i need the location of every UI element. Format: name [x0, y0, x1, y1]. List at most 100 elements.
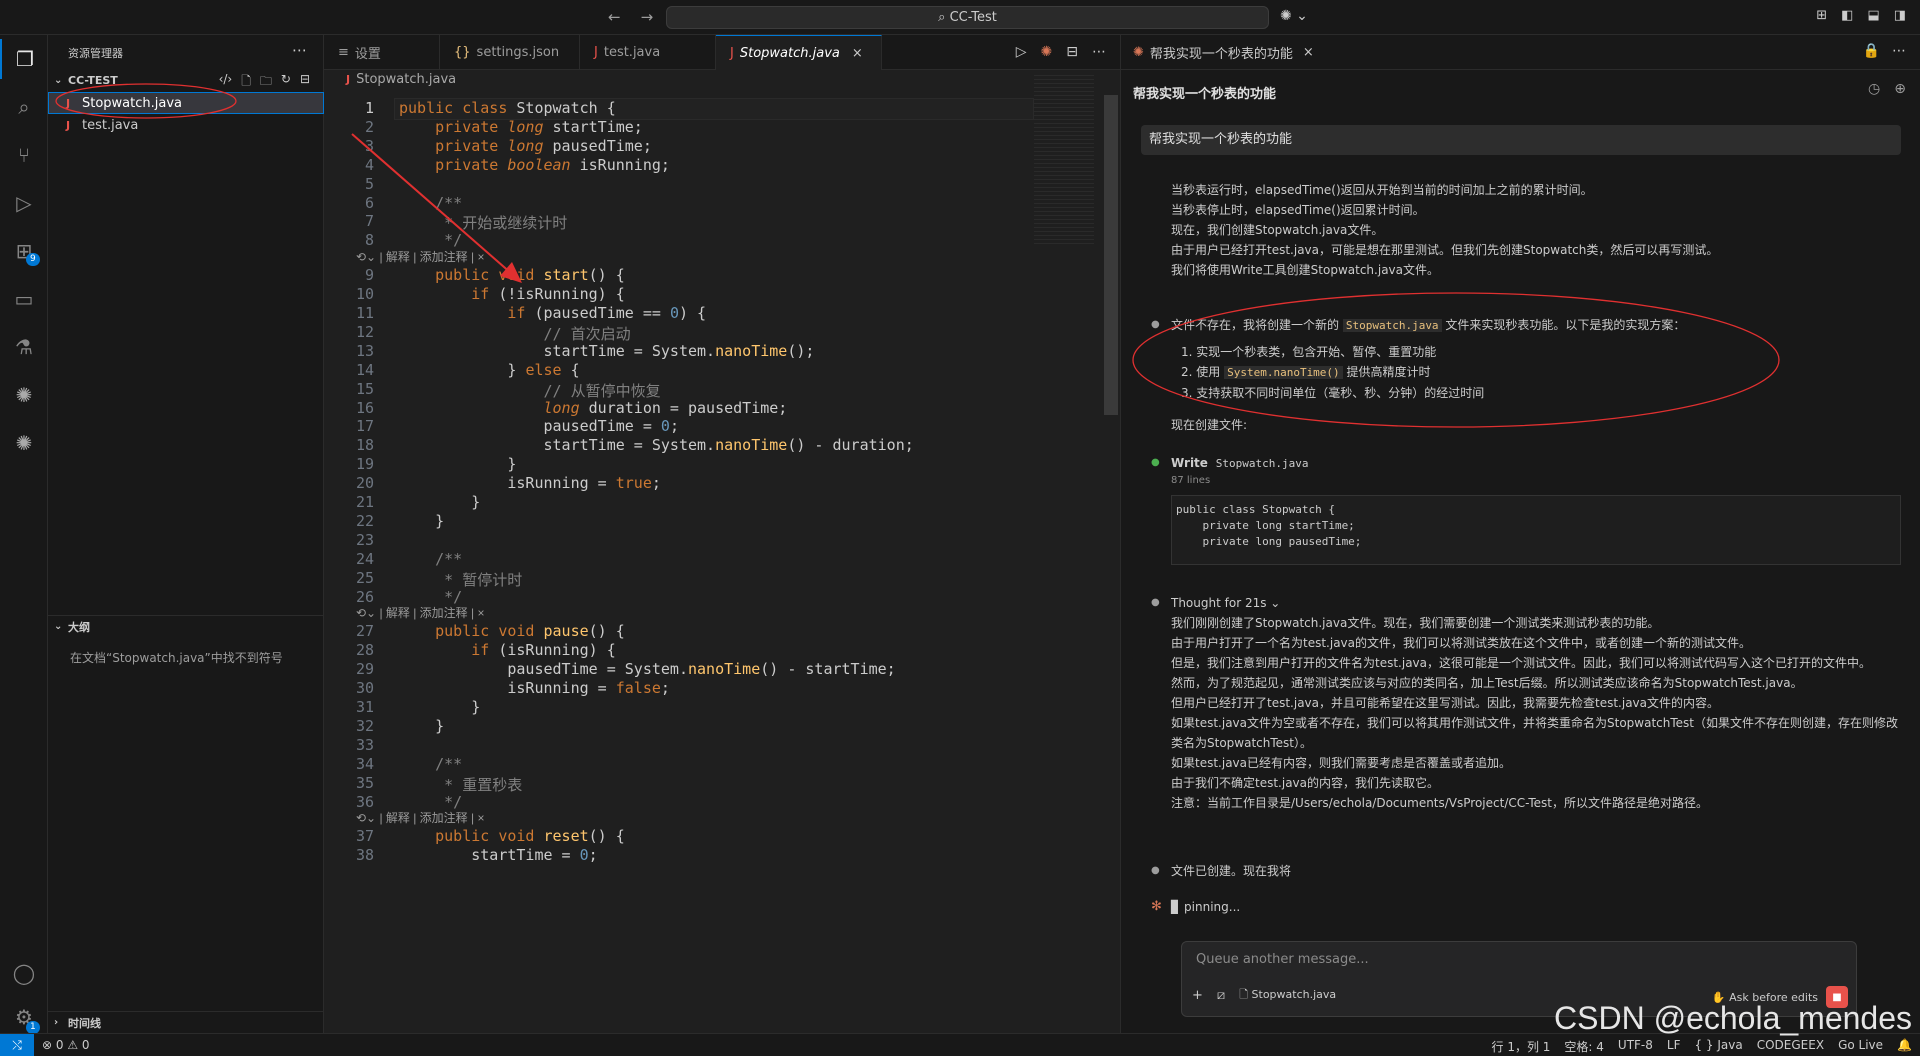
command-center[interactable]: ⌕ CC-Test	[666, 6, 1269, 29]
code-line[interactable]: }	[399, 698, 480, 716]
line-ending[interactable]: LF	[1667, 1038, 1681, 1055]
back-icon[interactable]: ←	[608, 8, 621, 26]
code-line[interactable]: /**	[399, 755, 462, 773]
refresh-icon[interactable]: ↻	[281, 72, 291, 93]
remote-indicator-icon[interactable]: ⤭	[0, 1034, 34, 1056]
code-line[interactable]: isRunning = true;	[399, 474, 661, 492]
code-line[interactable]: public void pause() {	[399, 622, 625, 640]
account-icon[interactable]: ◯	[0, 953, 48, 993]
copilot-icon[interactable]: ✺ ⌄	[1280, 8, 1308, 24]
more-actions-icon[interactable]: ⋯	[1092, 44, 1106, 60]
code-line[interactable]: * 开始或继续计时	[399, 212, 567, 233]
more-actions-icon[interactable]: ⋯	[1892, 43, 1906, 59]
code-line[interactable]: */	[399, 231, 462, 249]
code-line[interactable]: }	[399, 493, 480, 511]
code-line[interactable]: */	[399, 793, 462, 811]
code-line[interactable]: } else {	[399, 361, 579, 379]
codelens-actions[interactable]: ⟲⌄ | 解释 | 添加注释 | ×	[356, 604, 484, 621]
close-icon[interactable]: ×	[1303, 45, 1314, 60]
extensions-icon[interactable]: ⊞ 9	[0, 231, 48, 271]
codelens-actions[interactable]: ⟲⌄ | 解释 | 添加注释 | ×	[356, 809, 484, 826]
code-line[interactable]: public class Stopwatch {	[399, 99, 616, 117]
code-line[interactable]: long duration = pausedTime;	[399, 399, 788, 417]
new-folder-icon[interactable]: 🗀	[260, 72, 272, 93]
problems-indicator[interactable]: ⊗ 0 ⚠ 0	[42, 1038, 90, 1052]
code-line[interactable]: public void start() {	[399, 266, 625, 284]
new-chat-icon[interactable]: ⊕	[1894, 81, 1906, 97]
testing-icon[interactable]: ⚗	[0, 327, 48, 367]
new-file-icon[interactable]: 🗋	[241, 72, 251, 93]
encoding[interactable]: UTF-8	[1618, 1038, 1653, 1055]
tab-test-java[interactable]: Jtest.java	[580, 35, 716, 70]
slash-command-icon[interactable]: ⧄	[1217, 988, 1225, 1003]
minimap[interactable]	[1034, 75, 1094, 245]
customize-layout-icon[interactable]: ⊞	[1816, 8, 1827, 23]
folder-header[interactable]: ⌄ CC-TEST ‹/› 🗋 🗀 ↻ ⊟	[48, 69, 324, 91]
codelens-actions[interactable]: ⟲⌄ | 解释 | 添加注释 | ×	[356, 248, 484, 265]
file-test-java[interactable]: J test.java	[48, 114, 324, 136]
code-line[interactable]: pausedTime = 0;	[399, 417, 678, 435]
cursor-position[interactable]: 行 1，列 1	[1492, 1038, 1551, 1055]
timeline-header[interactable]: › 时间线	[48, 1011, 324, 1033]
code-line[interactable]: private boolean isRunning;	[399, 156, 670, 174]
notifications-icon[interactable]: 🔔	[1897, 1038, 1912, 1055]
toggle-secondary-sidebar-icon[interactable]: ◨	[1894, 8, 1906, 23]
toggle-panel-icon[interactable]: ⬓	[1867, 8, 1879, 23]
breadcrumb[interactable]: J Stopwatch.java	[346, 72, 456, 87]
indentation[interactable]: 空格: 4	[1564, 1038, 1604, 1055]
history-icon[interactable]: ◷	[1868, 81, 1880, 97]
claude-code-icon[interactable]: ✺	[0, 423, 48, 463]
split-editor-icon[interactable]: ⊟	[1066, 44, 1078, 60]
settings-gear-icon[interactable]: ⚙ 1	[0, 997, 48, 1037]
chat-tab[interactable]: ✺ 帮我实现一个秒表的功能 ×	[1121, 35, 1920, 70]
vertical-scrollbar[interactable]	[1104, 95, 1118, 415]
source-control-icon[interactable]: ⑂	[0, 135, 48, 175]
file-stopwatch-java[interactable]: J Stopwatch.java	[48, 92, 324, 114]
code-line[interactable]: */	[399, 588, 462, 606]
code-line[interactable]: private long pausedTime;	[399, 137, 652, 155]
code-line[interactable]: startTime = System.nanoTime();	[399, 342, 814, 360]
code-line[interactable]: if (isRunning) {	[399, 641, 616, 659]
close-icon[interactable]: ×	[852, 46, 863, 61]
run-icon[interactable]: ▷	[1016, 44, 1027, 60]
go-live-button[interactable]: Go Live	[1838, 1038, 1883, 1055]
claude-icon[interactable]: ✺	[0, 375, 48, 415]
write-file[interactable]: Stopwatch.java	[1216, 457, 1309, 470]
lock-icon[interactable]: 🔒	[1863, 43, 1880, 59]
claude-icon[interactable]: ✺	[1041, 44, 1053, 60]
tab-settings-json[interactable]: {} settings.json	[440, 35, 580, 70]
language-mode[interactable]: { } Java	[1694, 1038, 1742, 1055]
code-line[interactable]: /**	[399, 194, 462, 212]
tab-stopwatch-java[interactable]: J Stopwatch.java ×	[716, 35, 882, 70]
collapse-all-icon[interactable]: ⊟	[300, 72, 310, 93]
code-line[interactable]: }	[399, 512, 444, 530]
thought-toggle[interactable]: Thought for 21s ⌄	[1171, 593, 1901, 613]
code-line[interactable]: startTime = 0;	[399, 846, 597, 864]
code-line[interactable]: * 暂停计时	[399, 569, 522, 590]
code-line[interactable]: }	[399, 717, 444, 735]
tab-settings[interactable]: ≡ 设置	[324, 35, 440, 70]
outline-header[interactable]: ⌄ 大纲	[48, 615, 324, 637]
search-icon[interactable]: ⌕	[0, 87, 48, 127]
code-line[interactable]: pausedTime = System.nanoTime() - startTi…	[399, 660, 895, 678]
code-line[interactable]: * 重置秒表	[399, 774, 522, 795]
attached-file-chip[interactable]: 🗋 Stopwatch.java	[1239, 986, 1336, 1005]
code-line[interactable]: /**	[399, 550, 462, 568]
code-line[interactable]: // 首次启动	[399, 323, 630, 344]
remote-explorer-icon[interactable]: ▭	[0, 279, 48, 319]
code-line[interactable]: isRunning = false;	[399, 679, 670, 697]
codegeex-status[interactable]: CODEGEEX	[1757, 1038, 1824, 1055]
explorer-icon[interactable]: ❐	[0, 39, 48, 79]
more-actions-icon[interactable]: ⋯	[292, 41, 307, 59]
code-line[interactable]: }	[399, 455, 516, 473]
code-editor[interactable]: ⟲⌄ | 解释 | 添加注释 | × 1 public class Stopwatc…	[324, 95, 1104, 1033]
code-line[interactable]: // 从暂停中恢复	[399, 380, 660, 401]
code-line[interactable]: startTime = System.nanoTime() - duration…	[399, 436, 913, 454]
code-line[interactable]: private long startTime;	[399, 118, 643, 136]
code-line[interactable]: if (pausedTime == 0) {	[399, 304, 706, 322]
codegeex-icon[interactable]: ‹/›	[219, 72, 233, 93]
add-icon[interactable]: +	[1192, 988, 1203, 1003]
code-line[interactable]: public void reset() {	[399, 827, 625, 845]
forward-icon[interactable]: →	[641, 8, 654, 26]
code-line[interactable]: if (!isRunning) {	[399, 285, 625, 303]
